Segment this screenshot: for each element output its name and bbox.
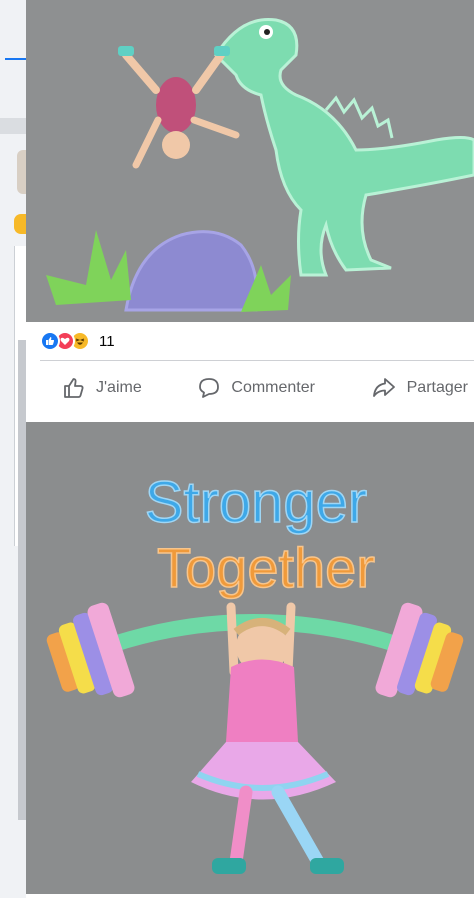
girl-shirt [226,659,298,742]
share-button[interactable]: Partager [371,376,468,400]
share-arrow-icon [372,378,395,397]
feed-separator [0,118,26,134]
dinosaur-chalk-image [26,0,474,322]
reactions-summary[interactable]: 11 [26,322,474,360]
comment-button-label: Commenter [231,379,315,396]
like-button-label: J'aime [96,379,142,396]
thumbs-up-icon [64,378,84,398]
post-actions: J'aime Commenter Partager [26,362,474,414]
child-body [156,77,196,133]
barbell-chalk-image: Stronger Together [26,422,474,894]
post-photo-dinosaur[interactable] [26,0,474,322]
reaction-count: 11 [99,332,115,350]
background-card-edge [18,340,26,820]
like-button[interactable]: J'aime [62,376,142,400]
like-reaction-icon [40,331,60,351]
active-tab-indicator [5,58,26,60]
post-card: 11 J'aime Commenter Partager Stronger To… [26,0,474,898]
background-feed-strip [0,0,29,898]
divider [40,360,474,361]
post-photo-barbell[interactable]: Stronger Together [26,422,474,894]
reaction-icons [40,331,90,351]
comment-button[interactable]: Commenter [197,376,315,400]
share-button-label: Partager [406,379,468,396]
child-head [162,131,190,159]
chalk-text-together: Together [157,536,375,599]
comment-bubble-icon [199,378,220,398]
chalk-text-stronger: Stronger [145,470,367,535]
